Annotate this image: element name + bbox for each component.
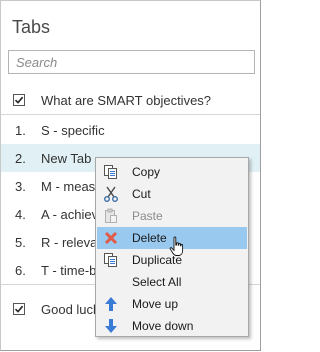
search-box[interactable] bbox=[8, 50, 255, 74]
item-number: 6. bbox=[15, 262, 26, 278]
duplicate-icon bbox=[103, 252, 119, 268]
menu-item-cut[interactable]: Cut bbox=[97, 183, 247, 205]
menu-item-move-up[interactable]: Move up bbox=[97, 293, 247, 315]
menu-item-label: Select All bbox=[132, 275, 182, 289]
arrow-down-icon bbox=[103, 318, 119, 334]
menu-item-label: Cut bbox=[132, 187, 151, 201]
scissors-icon bbox=[103, 186, 119, 202]
delete-x-icon bbox=[103, 230, 119, 246]
checkmark-icon bbox=[14, 305, 24, 313]
item-number: 1. bbox=[15, 122, 26, 138]
search-input[interactable] bbox=[9, 51, 254, 73]
menu-item-label: Paste bbox=[132, 209, 163, 223]
item-label: S - specific bbox=[41, 122, 105, 138]
paste-icon bbox=[103, 208, 119, 224]
menu-item-select-all[interactable]: Select All bbox=[97, 271, 247, 293]
header-checkbox[interactable] bbox=[13, 94, 25, 106]
menu-item-paste: Paste bbox=[97, 205, 247, 227]
arrow-up-icon bbox=[103, 296, 119, 312]
item-label: R - releva bbox=[41, 234, 98, 250]
item-number: 4. bbox=[15, 206, 26, 222]
copy-icon bbox=[103, 164, 119, 180]
list-item[interactable]: 1. S - specific bbox=[1, 116, 260, 144]
menu-item-move-down[interactable]: Move down bbox=[97, 315, 247, 337]
header-label: What are SMART objectives? bbox=[41, 92, 212, 108]
menu-item-copy[interactable]: Copy bbox=[97, 161, 247, 183]
item-label: New Tab bbox=[41, 150, 92, 166]
item-number: 2. bbox=[15, 150, 26, 166]
footer-label: Good luck bbox=[41, 301, 100, 317]
item-number: 3. bbox=[15, 178, 26, 194]
menu-item-label: Copy bbox=[132, 165, 161, 179]
menu-item-label: Move down bbox=[132, 319, 194, 333]
item-label: A - achiev bbox=[41, 206, 99, 222]
divider bbox=[1, 114, 260, 115]
footer-checkbox[interactable] bbox=[13, 303, 25, 315]
list-header-row[interactable]: What are SMART objectives? bbox=[1, 86, 260, 114]
menu-item-label: Delete bbox=[132, 231, 167, 245]
item-number: 5. bbox=[15, 234, 26, 250]
checkmark-icon bbox=[14, 96, 24, 104]
panel-title: Tabs bbox=[12, 17, 51, 37]
menu-item-label: Move up bbox=[132, 297, 179, 311]
item-label: T - time-b bbox=[41, 262, 97, 278]
mouse-cursor-hand-icon bbox=[169, 236, 184, 256]
item-label: M - meas bbox=[41, 178, 96, 194]
